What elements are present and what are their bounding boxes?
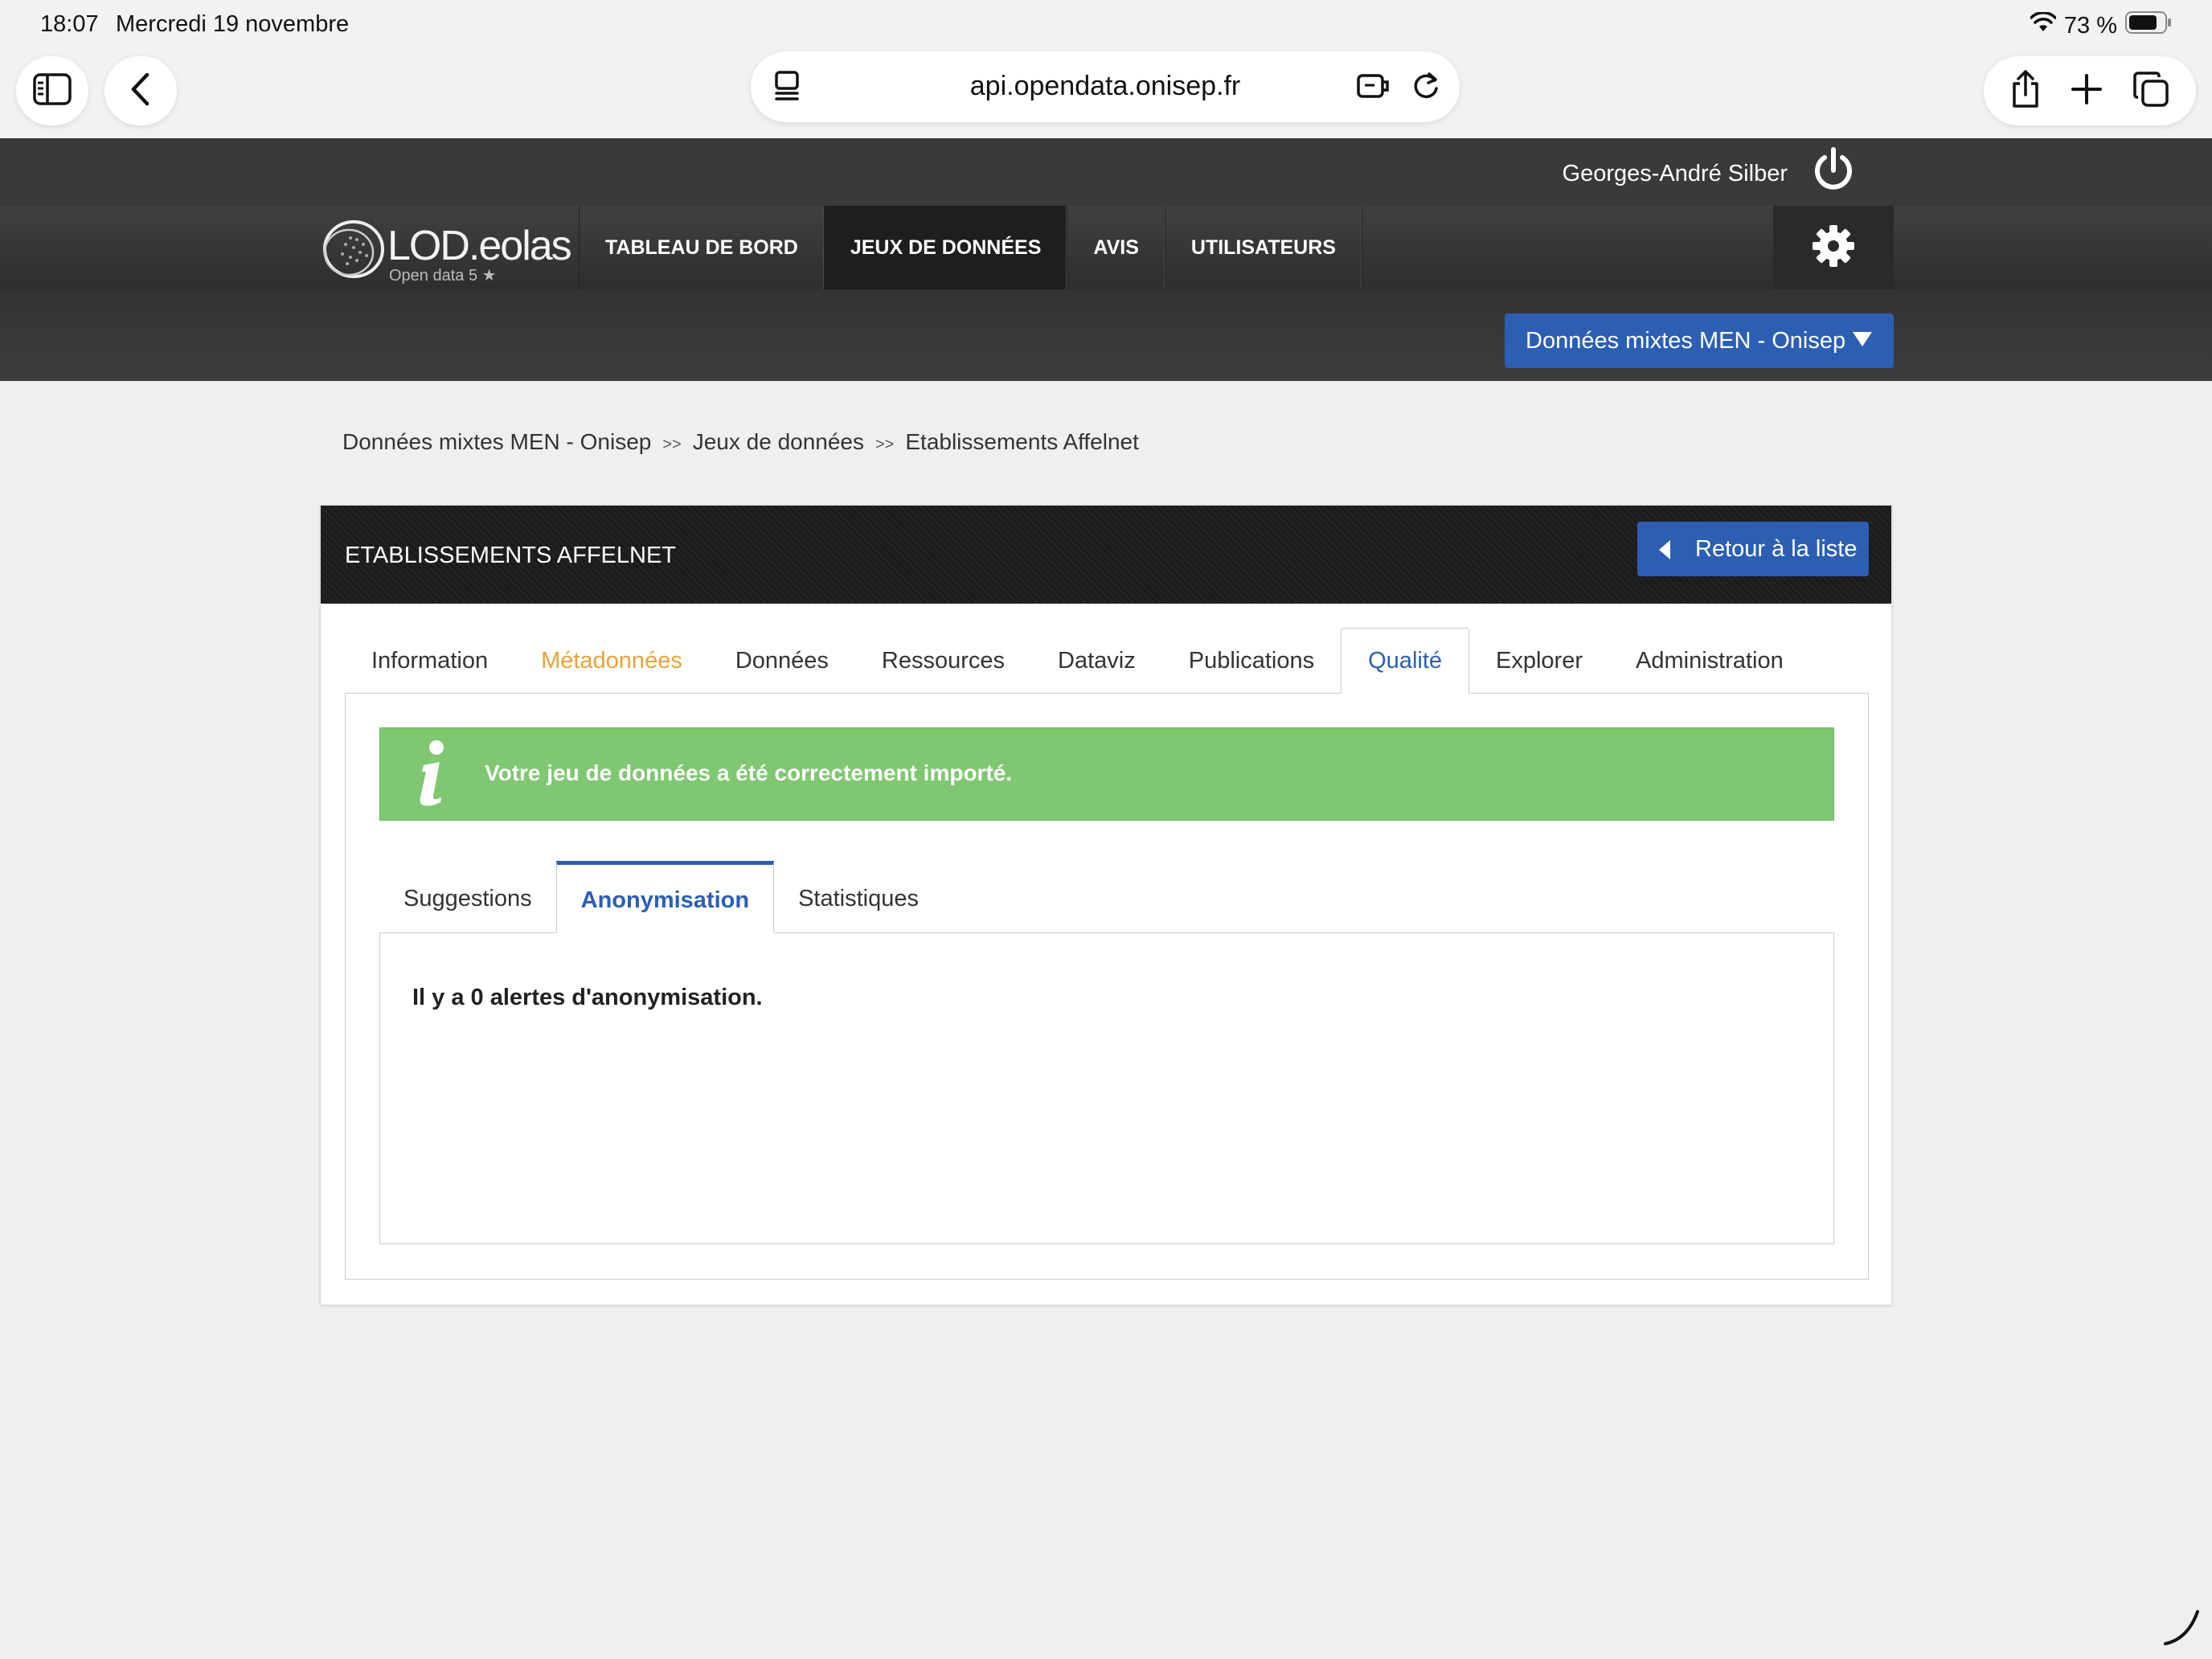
logo-globe-icon [318,220,384,278]
app-user-bar: Georges-André Silber [0,138,2212,206]
panel-header: ETABLISSEMENTS AFFELNET Retour à la list… [321,506,1891,604]
breadcrumb-item-organization[interactable]: Données mixtes MEN - Onisep [342,429,651,455]
alert-message: Votre jeu de données a été correctement … [485,760,1013,785]
breadcrumb-separator: >> [875,436,895,453]
dataset-panel: ETABLISSEMENTS AFFELNET Retour à la list… [320,505,1892,1305]
tab-qualite[interactable]: Qualité [1341,628,1470,694]
caret-down-icon [1852,328,1873,354]
subtab-statistiques[interactable]: Statistiques [774,861,943,933]
sidebar-toggle-button[interactable] [16,56,88,125]
organization-select[interactable]: Données mixtes MEN - Onisep [1505,313,1894,368]
browser-toolbar: api.opendata.onisep.fr [0,48,2212,138]
success-alert: Votre jeu de données a été correctement … [379,727,1834,821]
extension-icon[interactable] [1355,69,1391,107]
tab-information[interactable]: Information [345,628,514,694]
caret-left-icon [1658,539,1671,567]
breadcrumb-separator: >> [662,436,682,453]
tab-publications[interactable]: Publications [1162,628,1341,694]
nav-item-tableau-de-bord[interactable]: TABLEAU DE BORD [580,206,825,289]
subtab-anonymisation[interactable]: Anonymisation [555,861,775,933]
url-bar[interactable]: api.opendata.onisep.fr [751,51,1460,122]
new-tab-icon[interactable] [2070,72,2103,110]
url-text: api.opendata.onisep.fr [969,71,1241,101]
organization-select-label: Données mixtes MEN - Onisep [1526,327,1846,354]
settings-button[interactable] [1773,206,1894,289]
anonymisation-content: Il y a 0 alertes d'anonymisation. [379,932,1834,1244]
back-to-list-label: Retour à la liste [1695,535,1858,562]
sidebar-icon [33,72,72,109]
org-bar: Données mixtes MEN - Onisep [0,289,2212,381]
logo-tagline: Open data 5 ★ [389,267,497,285]
status-date: Mercredi 19 novembre [116,11,350,37]
breadcrumb-item-current: Etablissements Affelnet [905,429,1139,454]
nav-item-jeux-de-donnees[interactable]: JEUX DE DONNÉES [824,206,1068,289]
wifi-icon [2030,11,2057,39]
share-icon[interactable] [2009,69,2042,113]
browser-actions-group [1984,56,2196,125]
status-right: 73 % [2030,11,2172,40]
chevron-left-icon [129,72,152,110]
page-title: ETABLISSEMENTS AFFELNET [345,543,677,568]
logo[interactable]: LOD.eolas Open data 5 ★ [315,220,572,285]
back-nav-button[interactable] [104,56,177,125]
nav-menu: TABLEAU DE BORD JEUX DE DONNÉES AVIS UTI… [579,206,1362,289]
url-actions [1355,69,1442,107]
nav-item-avis[interactable]: AVIS [1067,206,1165,289]
tab-content: Votre jeu de données a été correctement … [345,693,1869,1280]
dataset-tabs: Information Métadonnées Données Ressourc… [345,628,1810,694]
back-to-list-button[interactable]: Retour à la liste [1637,522,1869,576]
user-name[interactable]: Georges-André Silber [1563,161,1788,187]
status-time: 18:07 [40,11,99,37]
reload-icon[interactable] [1410,69,1442,107]
anonymisation-alert-count: Il y a 0 alertes d'anonymisation. [412,985,763,1010]
tabs-overview-icon[interactable] [2132,70,2170,113]
quality-subtabs: Suggestions Anonymisation Statistiques [379,861,943,933]
subtab-suggestions[interactable]: Suggestions [379,861,556,933]
main-navbar: LOD.eolas Open data 5 ★ TABLEAU DE BORD … [0,206,2212,289]
battery-percent: 73 % [2063,12,2117,39]
power-icon[interactable] [1812,146,1855,199]
tab-dataviz[interactable]: Dataviz [1031,628,1162,694]
tab-metadonnees[interactable]: Métadonnées [514,628,709,694]
tab-ressources[interactable]: Ressources [855,628,1031,694]
tab-administration[interactable]: Administration [1609,628,1810,694]
tab-explorer[interactable]: Explorer [1469,628,1609,694]
tab-donnees[interactable]: Données [709,628,855,694]
breadcrumb-item-datasets[interactable]: Jeux de données [693,429,864,455]
breadcrumb: Données mixtes MEN - Onisep >> Jeux de d… [342,429,1139,455]
nav-item-utilisateurs[interactable]: UTILISATEURS [1165,206,1362,289]
info-icon [412,738,453,814]
gear-icon [1811,223,1856,272]
logo-name: LOD.eolas [387,223,572,269]
battery-icon [2125,11,2172,40]
status-bar: 18:07 Mercredi 19 novembre 73 % [0,0,2212,48]
resize-handle-icon [2161,1605,2204,1653]
